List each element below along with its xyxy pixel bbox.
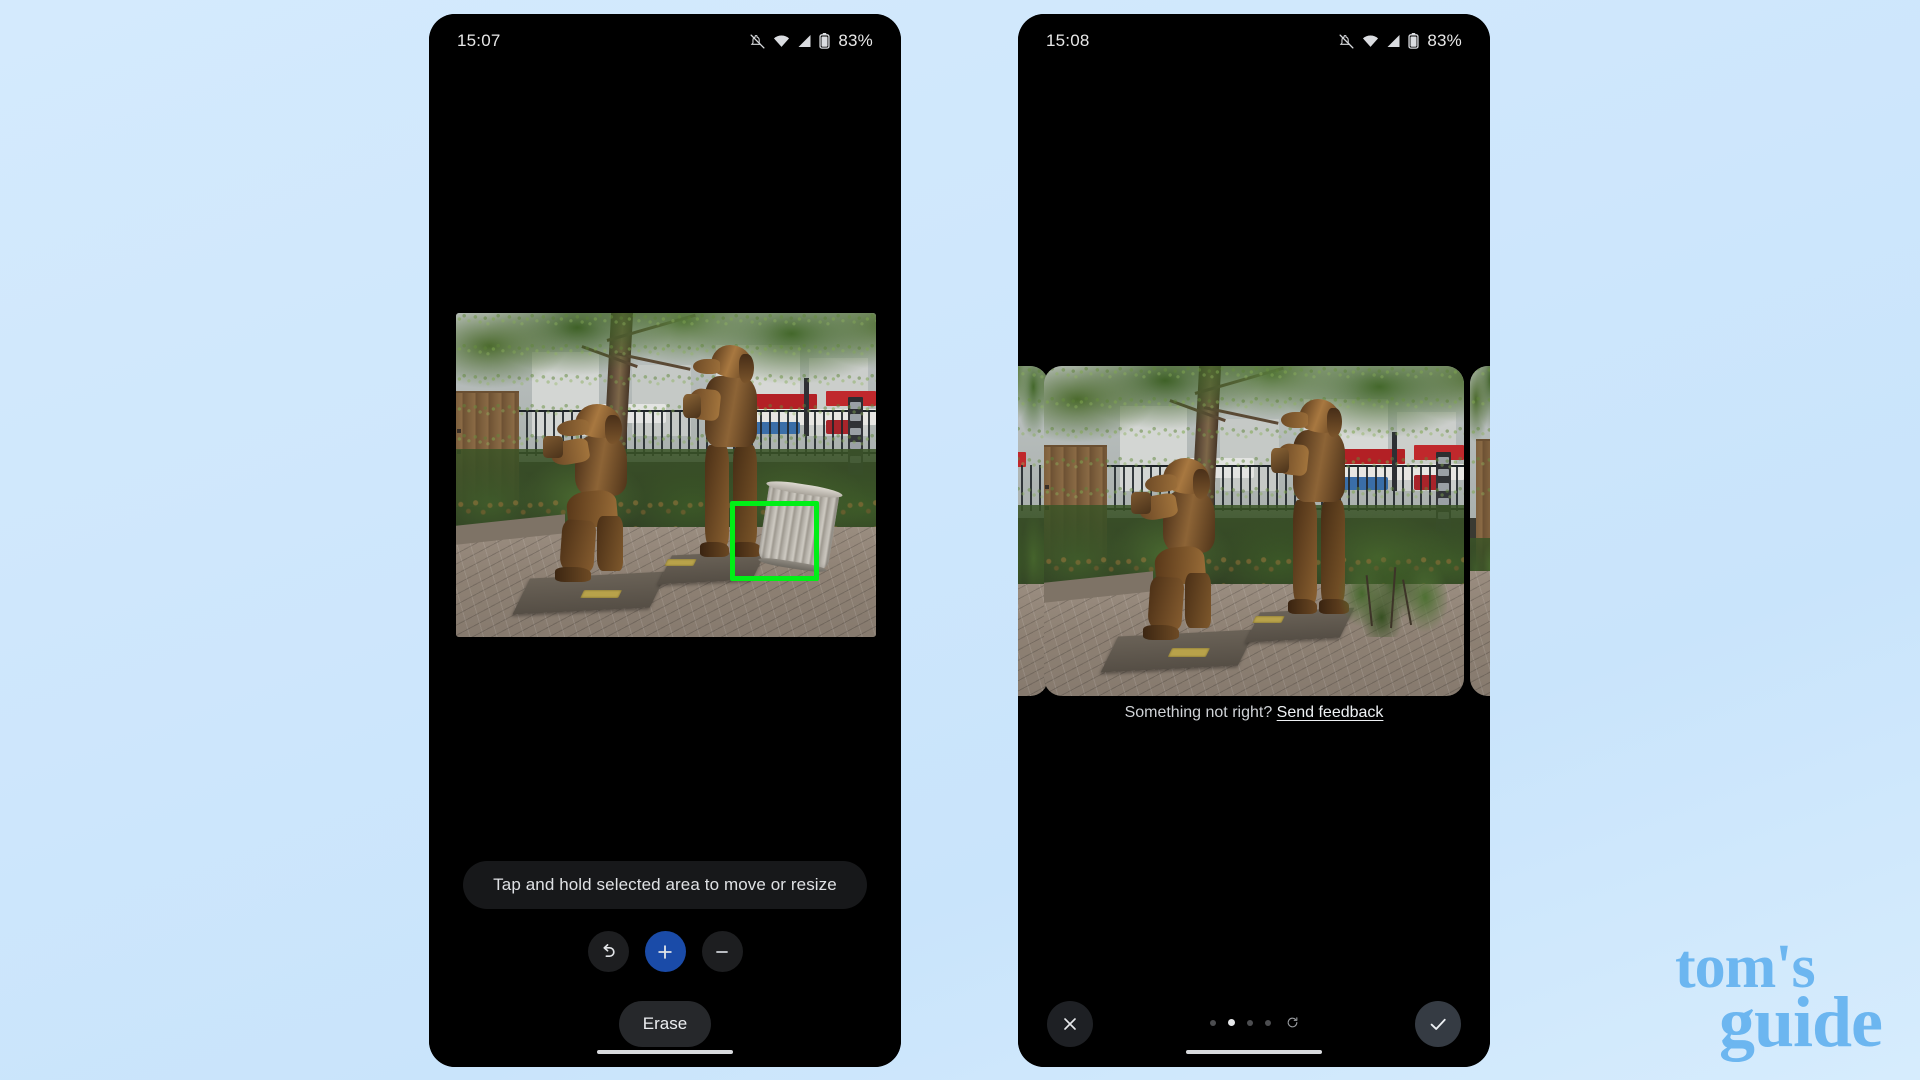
pager-dot-active[interactable] [1227,1019,1235,1026]
screen-right: 15:08 83% Something not right? Send feed… [1018,14,1490,1067]
leaf-detail [456,313,876,450]
status-time: 15:07 [457,31,501,50]
minus-icon [716,950,728,953]
feedback-question: Something not right? [1124,704,1273,721]
notifications-off-icon [1339,33,1354,49]
send-feedback-link[interactable]: Send feedback [1277,704,1384,721]
erased-region-fill [1338,537,1448,637]
trash-bin-object[interactable] [756,478,844,574]
plaque [579,589,622,599]
pager-dot[interactable] [1209,1019,1216,1026]
watermark-line-2: guide [1718,981,1883,1062]
wifi-icon [1363,35,1379,47]
signal-icon [798,35,811,47]
home-indicator[interactable] [1186,1050,1322,1054]
erase-button[interactable]: Erase [618,1001,712,1047]
battery-icon [1408,33,1419,49]
plus-icon [658,944,672,959]
leaf-detail [1044,366,1464,505]
battery-percent: 83% [838,31,873,50]
status-icon-group: 83% [1338,31,1462,51]
confirm-button[interactable] [1415,1001,1461,1047]
hint-text: Tap and hold selected area to move or re… [493,875,837,894]
notifications-off-icon [750,33,765,49]
refresh-icon[interactable] [1286,1016,1299,1029]
carousel-next-peek[interactable] [1470,366,1490,696]
status-time: 15:08 [1046,31,1090,50]
phone-left: 15:07 83% Tap and hold selected area to … [429,14,901,1067]
bottom-control-row [1018,1001,1490,1047]
battery-percent: 83% [1427,31,1462,50]
photo-carousel[interactable]: FedEx [1018,366,1490,696]
pager-dot[interactable] [1264,1019,1271,1026]
photo-scene [1470,366,1490,696]
feedback-row: Something not right? Send feedback [1018,704,1490,722]
undo-button[interactable] [587,931,629,972]
photo-scene: FedEx [1044,366,1464,696]
screen-left: 15:07 83% Tap and hold selected area to … [429,14,901,1067]
wifi-icon [774,35,790,47]
pager-dot[interactable] [1246,1019,1253,1026]
erase-button-label: Erase [642,1014,688,1033]
hint-toast: Tap and hold selected area to move or re… [463,861,867,909]
erase-button-row: Erase [429,1001,901,1047]
toms-guide-watermark: tom's guide [1675,936,1883,1062]
kneeling-dog-statue [1130,458,1242,643]
home-indicator[interactable] [597,1050,733,1054]
photo-canvas-right[interactable]: FedEx [1044,366,1464,696]
photo-canvas-left[interactable]: FedEx [456,313,876,637]
kneeling-dog-statue [542,403,654,585]
plaque [1167,647,1210,657]
phone-right: 15:08 83% Something not right? Send feed… [1018,14,1490,1067]
subtract-brush-button[interactable] [701,931,743,972]
check-icon [1430,1018,1446,1030]
battery-icon [819,33,830,49]
status-bar-left: 15:07 83% [429,14,901,68]
undo-icon [603,943,615,957]
status-bar-right: 15:08 83% [1018,14,1490,68]
add-brush-button[interactable] [644,931,686,972]
tool-button-row [429,931,901,972]
status-icon-group: 83% [749,31,873,51]
photo-scene: FedEx [456,313,876,637]
signal-icon [1387,35,1400,47]
